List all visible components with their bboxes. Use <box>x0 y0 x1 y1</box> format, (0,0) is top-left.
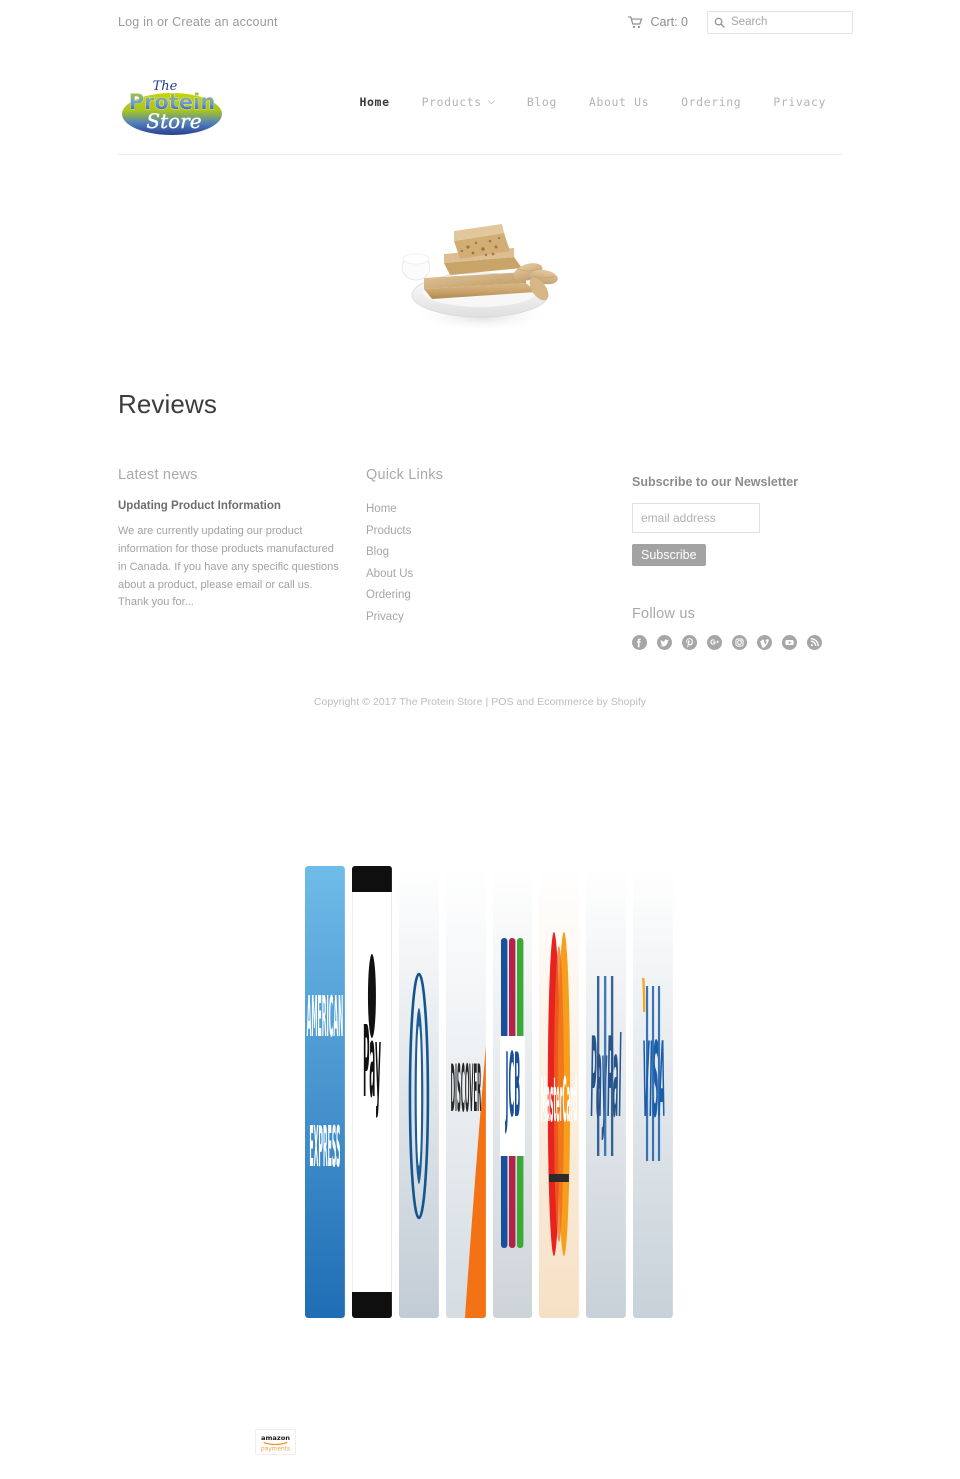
payment-icon-discover: DISCOVER <box>445 866 486 1318</box>
account-links: Log in or Create an account <box>118 15 278 29</box>
twitter-icon[interactable] <box>657 635 672 651</box>
hero-section <box>0 155 960 367</box>
page-root: Log in or Create an account Cart: 0 Sear… <box>0 0 960 1455</box>
quick-link-ordering[interactable]: Ordering <box>366 586 624 605</box>
payment-icon-master: MasterCard <box>539 866 580 1318</box>
social-links <box>632 635 842 651</box>
cart-link[interactable]: Cart: 0 <box>628 15 688 29</box>
quick-link-products[interactable]: Products <box>366 522 624 541</box>
main-navigation: Home Products Blog About Us Ordering Pri… <box>344 95 843 109</box>
google-plus-icon[interactable] <box>707 635 722 651</box>
cart-count-label: Cart: 0 <box>650 15 688 29</box>
quick-link-about-us[interactable]: About Us <box>366 565 624 584</box>
payment-icon-apple-pay: Pay <box>351 866 392 1318</box>
nav-item-blog[interactable]: Blog <box>511 95 573 109</box>
rss-icon[interactable] <box>807 635 822 651</box>
svg-text:JCB: JCB <box>504 1034 519 1137</box>
nav-item-ordering[interactable]: Ordering <box>665 95 757 109</box>
create-account-link[interactable]: Create an account <box>172 15 278 29</box>
payments-wordmark: payments <box>261 1446 290 1452</box>
utility-bar: Log in or Create an account Cart: 0 <box>0 0 960 44</box>
login-link[interactable]: Log in <box>118 15 153 29</box>
list-item: Home <box>366 500 624 519</box>
page-title: Reviews <box>118 389 217 419</box>
nav-label: Blog <box>526 95 557 109</box>
copyright-prefix: Copyright © 2017 The Protein Store | <box>313 696 492 709</box>
amazon-payments-badge[interactable]: amazon payments <box>255 1429 296 1455</box>
shopify-link[interactable]: Ecommerce by Shopify <box>537 696 646 708</box>
shopping-cart-icon <box>628 15 643 29</box>
quick-link-privacy[interactable]: Privacy <box>366 608 624 627</box>
copyright-line: Copyright © 2017 The Protein Store | POS… <box>0 696 960 708</box>
youtube-icon[interactable] <box>782 635 797 651</box>
latest-news-excerpt: We are currently updating our product in… <box>118 525 339 609</box>
follow-us-heading: Follow us <box>632 606 696 623</box>
payment-icon-visa: VISA <box>633 866 673 1318</box>
newsletter-email-input[interactable] <box>632 503 760 534</box>
nav-label: About Us <box>588 95 650 109</box>
latest-news-post-title[interactable]: Updating Product Information <box>118 500 366 512</box>
footer-column-latest-news: Latest news Updating Product Information… <box>118 467 366 612</box>
account-links-separator: or <box>153 15 173 29</box>
list-item: Blog <box>366 543 624 562</box>
chevron-down-icon <box>487 99 495 105</box>
search-input[interactable] <box>731 16 846 28</box>
search-box[interactable] <box>707 10 853 34</box>
svg-text:Store: Store <box>146 109 201 133</box>
vimeo-icon[interactable] <box>757 635 772 651</box>
footer-column-quick-links: Quick Links Home Products Blog About Us … <box>366 467 624 629</box>
newsletter-heading: Subscribe to our Newsletter <box>632 475 799 490</box>
nav-item-about-us[interactable]: About Us <box>573 95 665 109</box>
site-logo: The Protein Store <box>122 79 222 135</box>
quick-links-heading: Quick Links <box>366 467 444 484</box>
payment-methods-strip: AMERICAN EXPRESS Pay DISCOVER JCB Master… <box>305 866 673 1318</box>
nav-label: Home <box>359 95 390 109</box>
svg-text:AMERICAN: AMERICAN <box>307 985 344 1050</box>
nav-item-privacy[interactable]: Privacy <box>757 95 842 109</box>
nav-item-home[interactable]: Home <box>344 95 406 109</box>
list-item: Privacy <box>366 608 624 627</box>
svg-text:EXPRESS: EXPRESS <box>309 1115 340 1180</box>
footer-column-newsletter: Subscribe to our Newsletter Subscribe Fo… <box>624 467 842 651</box>
instagram-icon[interactable] <box>732 635 747 651</box>
product-photo <box>386 179 574 367</box>
svg-text:DISCOVER: DISCOVER <box>450 1050 481 1126</box>
list-item: Products <box>366 522 624 541</box>
nav-label: Products <box>421 95 482 109</box>
svg-text:MasterCard: MasterCard <box>541 1065 577 1137</box>
list-item: About Us <box>366 565 624 584</box>
payment-icon-jcb: JCB <box>492 866 533 1318</box>
quick-links-list: Home Products Blog About Us Ordering Pri… <box>366 500 624 627</box>
quick-link-blog[interactable]: Blog <box>366 543 624 562</box>
latest-news-heading: Latest news <box>118 467 198 484</box>
logo-link[interactable]: The Protein Store <box>118 66 226 138</box>
search-icon <box>714 17 725 28</box>
pos-link[interactable]: POS <box>491 696 513 708</box>
amazon-wordmark: amazon <box>261 1434 290 1442</box>
quick-link-home[interactable]: Home <box>366 500 624 519</box>
payment-icon-diners-club <box>398 866 439 1318</box>
site-header: The Protein Store Home Products Blog Abo… <box>0 44 960 154</box>
payment-icon-american-express: AMERICAN EXPRESS <box>305 866 345 1318</box>
site-footer: Latest news Updating Product Information… <box>118 467 842 651</box>
utility-bar-right: Cart: 0 <box>628 10 853 34</box>
facebook-icon[interactable] <box>632 635 647 651</box>
nav-label: Ordering <box>681 95 742 109</box>
nav-label: Privacy <box>773 95 826 109</box>
subscribe-button[interactable]: Subscribe <box>632 544 706 567</box>
pinterest-icon[interactable] <box>682 635 697 651</box>
list-item: Ordering <box>366 586 624 605</box>
payment-icon-paypal: PayPal <box>586 866 627 1318</box>
copyright-middle: and <box>513 696 538 709</box>
nav-item-products[interactable]: Products <box>406 95 511 109</box>
